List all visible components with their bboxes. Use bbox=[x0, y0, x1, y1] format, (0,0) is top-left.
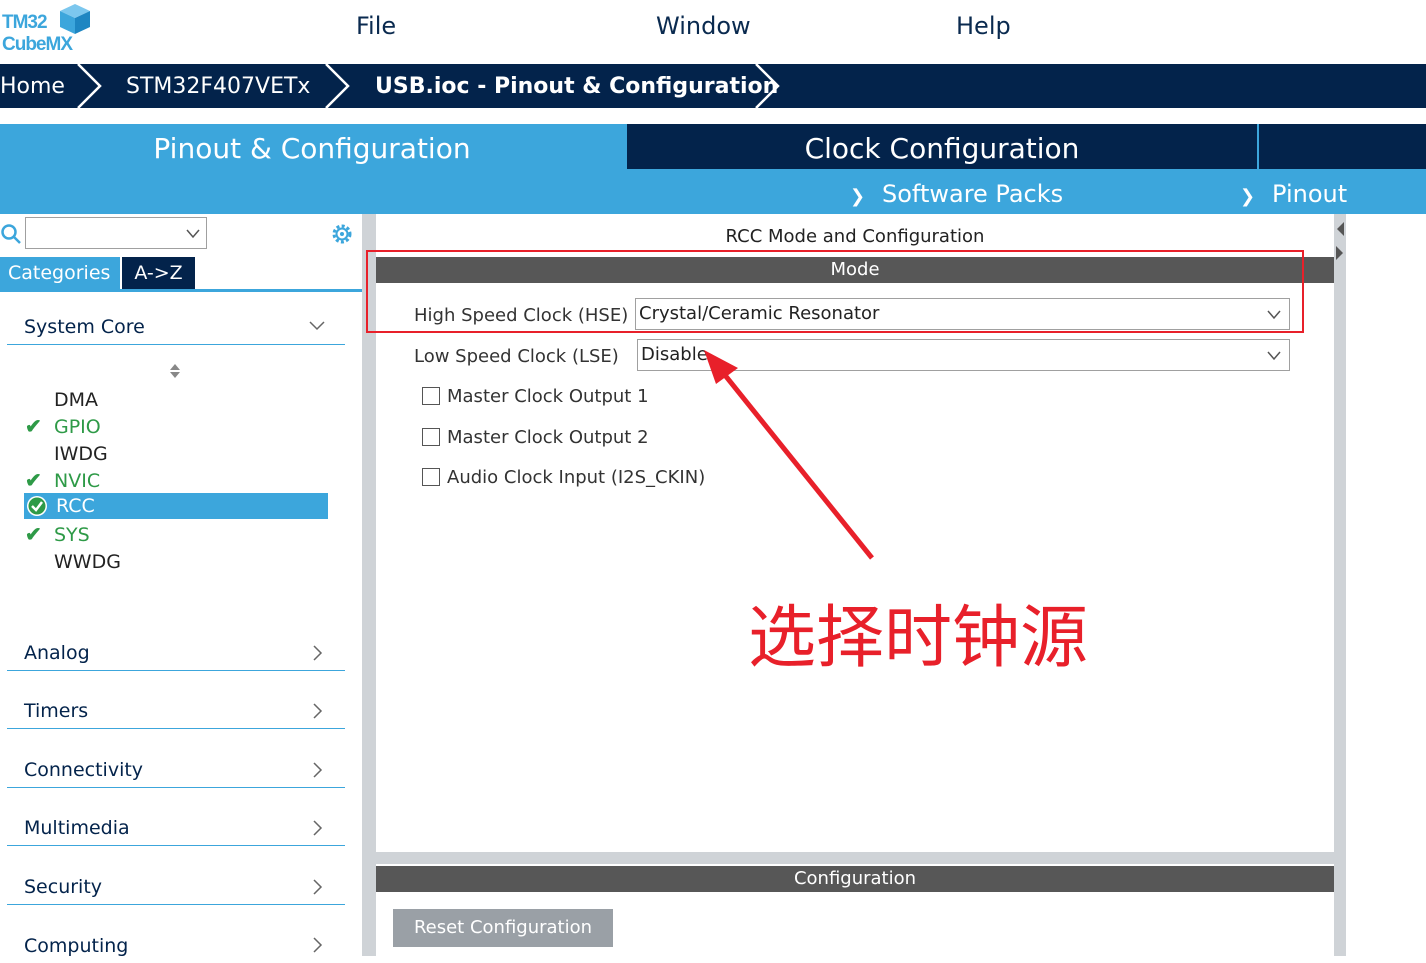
item-gpio[interactable]: GPIO bbox=[54, 416, 101, 438]
chevron-down-icon bbox=[186, 229, 200, 239]
breadcrumb-project[interactable]: USB.ioc - Pinout & Configuration bbox=[375, 64, 778, 108]
item-dma[interactable]: DMA bbox=[54, 389, 98, 411]
checkbox-mco2-label: Master Clock Output 2 bbox=[447, 427, 649, 448]
category-system-core[interactable]: System Core bbox=[7, 299, 345, 345]
check-icon: ✔ bbox=[25, 416, 42, 438]
search-icon[interactable] bbox=[0, 223, 22, 245]
checkbox-i2s-ckin[interactable] bbox=[422, 468, 440, 486]
checkbox-mco1[interactable] bbox=[422, 387, 440, 405]
check-circle-icon bbox=[27, 496, 47, 516]
tab-clock-configuration[interactable]: Clock Configuration bbox=[627, 124, 1257, 169]
annotation-arrow-icon bbox=[704, 350, 874, 560]
category-computing[interactable]: Computing bbox=[7, 917, 345, 963]
breadcrumb-separator-icon bbox=[755, 64, 780, 108]
category-label: Analog bbox=[24, 642, 90, 664]
logo-text-line2: CubeMX bbox=[2, 34, 73, 55]
gear-icon[interactable] bbox=[329, 221, 355, 247]
breadcrumb-home[interactable]: Home bbox=[0, 64, 65, 108]
highlight-box bbox=[366, 250, 1304, 333]
category-label: Connectivity bbox=[24, 759, 144, 781]
category-analog[interactable]: Analog bbox=[7, 625, 345, 671]
category-label: Multimedia bbox=[24, 817, 130, 839]
collapse-arrows-icon[interactable] bbox=[1335, 220, 1345, 264]
item-wwdg[interactable]: WWDG bbox=[54, 551, 121, 573]
left-panel: Categories A->Z System Core DMA ✔ GPIO I… bbox=[0, 214, 362, 957]
item-iwdg[interactable]: IWDG bbox=[54, 443, 108, 465]
check-icon: ✔ bbox=[25, 524, 42, 546]
category-label: System Core bbox=[24, 316, 145, 338]
tab-categories[interactable]: Categories bbox=[0, 257, 120, 289]
reset-configuration-button[interactable]: Reset Configuration bbox=[393, 909, 613, 947]
category-label: Security bbox=[24, 876, 103, 898]
chevron-right-icon bbox=[313, 645, 323, 661]
tabs-underline bbox=[0, 289, 362, 292]
sort-icon[interactable] bbox=[168, 362, 182, 380]
menu-file[interactable]: File bbox=[356, 12, 396, 40]
software-packs-menu[interactable]: ❯ bbox=[850, 180, 865, 208]
category-label: Computing bbox=[24, 935, 129, 957]
software-packs-label[interactable]: Software Packs bbox=[882, 180, 1063, 208]
cube-logo-icon bbox=[60, 4, 90, 34]
menu-window[interactable]: Window bbox=[656, 12, 751, 40]
checkbox-mco1-label: Master Clock Output 1 bbox=[447, 386, 649, 407]
tab-extra[interactable] bbox=[1259, 124, 1426, 169]
cubemx-logo: TM32 CubeMX bbox=[2, 2, 94, 58]
chevron-down-icon bbox=[309, 321, 325, 331]
item-sys[interactable]: SYS bbox=[54, 524, 90, 546]
tab-a-z[interactable]: A->Z bbox=[122, 257, 195, 289]
checkbox-mco2[interactable] bbox=[422, 428, 440, 446]
tab-pinout-configuration[interactable]: Pinout & Configuration bbox=[0, 124, 624, 169]
panel-title: RCC Mode and Configuration bbox=[725, 226, 985, 247]
chevron-right-icon bbox=[313, 937, 323, 953]
chevron-down-icon bbox=[1267, 351, 1281, 361]
category-timers[interactable]: Timers bbox=[7, 683, 345, 729]
menu-help[interactable]: Help bbox=[956, 12, 1011, 40]
lse-label: Low Speed Clock (LSE) bbox=[414, 346, 619, 367]
right-scrollbar[interactable] bbox=[1334, 214, 1346, 956]
category-label: Timers bbox=[24, 700, 89, 722]
chevron-right-icon bbox=[313, 703, 323, 719]
breadcrumb-mcu[interactable]: STM32F407VETx bbox=[126, 64, 310, 108]
configuration-header: Configuration bbox=[376, 866, 1334, 892]
item-rcc-selected[interactable]: RCC bbox=[24, 493, 328, 519]
chevron-right-icon bbox=[313, 762, 323, 778]
section-splitter[interactable] bbox=[376, 852, 1334, 864]
search-input[interactable] bbox=[25, 217, 207, 249]
chevron-down-icon: ❯ bbox=[1240, 186, 1256, 207]
pinout-menu-label[interactable]: Pinout bbox=[1272, 180, 1347, 208]
category-connectivity[interactable]: Connectivity bbox=[7, 742, 345, 788]
pinout-menu[interactable]: ❯ bbox=[1240, 180, 1255, 208]
chevron-right-icon bbox=[313, 879, 323, 895]
chevron-right-icon bbox=[313, 820, 323, 836]
category-multimedia[interactable]: Multimedia bbox=[7, 800, 345, 846]
checkbox-i2s-ckin-label: Audio Clock Input (I2S_CKIN) bbox=[447, 467, 706, 488]
chevron-down-icon: ❯ bbox=[850, 186, 866, 207]
main-tabs: Pinout & Configuration Clock Configurati… bbox=[0, 124, 1426, 214]
category-security[interactable]: Security bbox=[7, 859, 345, 905]
check-icon: ✔ bbox=[25, 470, 42, 492]
breadcrumb-separator-icon bbox=[325, 64, 350, 108]
annotation-text: 选择时钟源 bbox=[748, 599, 1089, 678]
item-rcc-label: RCC bbox=[56, 495, 95, 517]
logo-text-line1: TM32 bbox=[2, 12, 48, 33]
breadcrumb-separator-icon bbox=[77, 64, 102, 108]
breadcrumb: Home STM32F407VETx USB.ioc - Pinout & Co… bbox=[0, 64, 1426, 108]
item-nvic[interactable]: NVIC bbox=[54, 470, 100, 492]
